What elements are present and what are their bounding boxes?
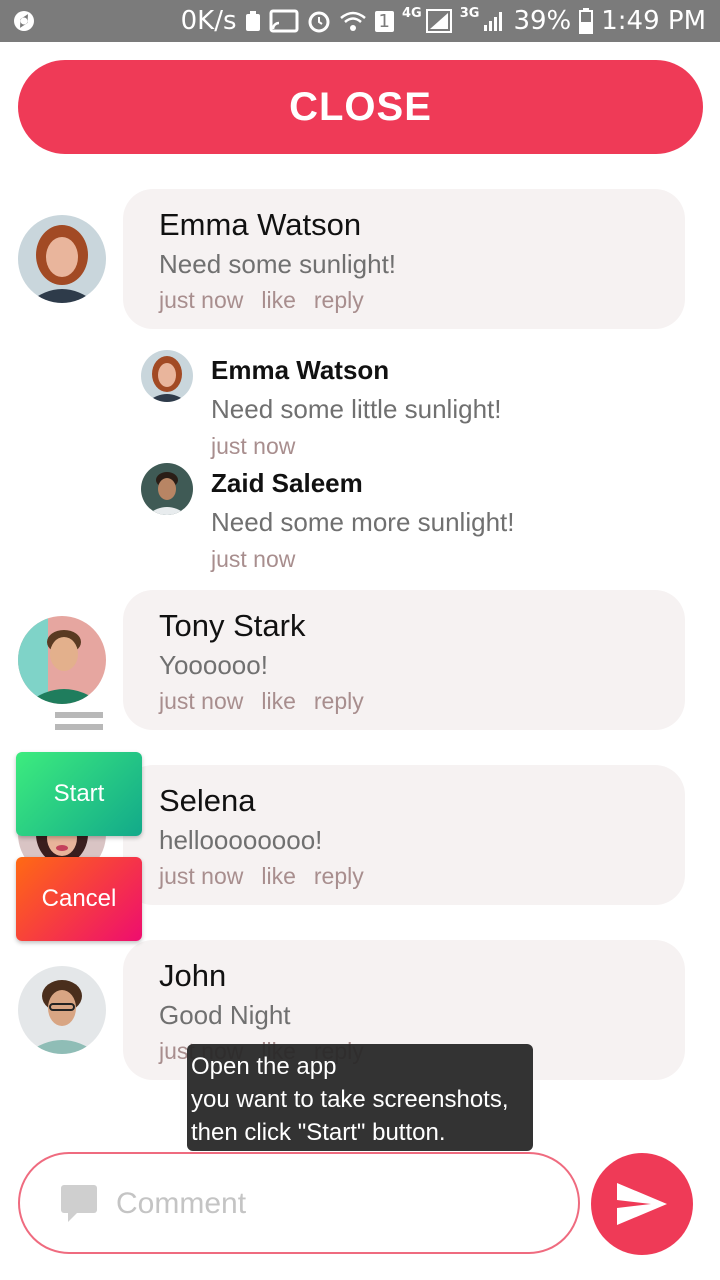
- comment-text: Good Night: [159, 1000, 291, 1030]
- reply-time: just now: [211, 433, 296, 459]
- comment-author: Selena: [159, 783, 256, 818]
- comment-input-container[interactable]: [18, 1152, 580, 1254]
- comment-text: Need some sunlight!: [159, 249, 397, 279]
- comment-time: just now: [159, 287, 244, 313]
- clock: 1:49 PM: [601, 6, 706, 36]
- comment-author: Tony Stark: [159, 608, 306, 643]
- reply-item: Zaid Saleem Need some more sunlight! jus…: [211, 468, 514, 573]
- reply-avatar-zaid-saleem[interactable]: [141, 463, 193, 515]
- send-icon: [617, 1183, 667, 1225]
- toast-line: you want to take screenshots,: [191, 1086, 509, 1113]
- like-link[interactable]: like: [261, 863, 296, 890]
- battery-icon: [579, 8, 594, 34]
- close-button[interactable]: CLOSE: [18, 60, 703, 154]
- start-button[interactable]: Start: [16, 752, 142, 836]
- sim-badge: 1: [374, 10, 394, 32]
- toast-line: then click "Start" button.: [191, 1119, 446, 1146]
- avatar-image: [141, 463, 193, 515]
- status-icons: 0K/s 1 4G 3G 39% 1:49 PM: [181, 0, 706, 42]
- comment-text: helloooooooo!: [159, 825, 323, 855]
- drag-handle-bar: [55, 712, 103, 718]
- toast-line: Open the app: [191, 1053, 337, 1080]
- comment-text: Yoooooo!: [159, 650, 268, 680]
- comment-meta: just now like reply: [159, 287, 364, 314]
- comment-meta: just now like reply: [159, 688, 364, 715]
- reply-link[interactable]: reply: [314, 688, 364, 715]
- comment-input[interactable]: [116, 1176, 556, 1232]
- avatar-john[interactable]: [18, 966, 106, 1054]
- status-bar: 0K/s 1 4G 3G 39% 1:49 PM: [0, 0, 720, 42]
- comment-time: just now: [159, 688, 244, 714]
- reply-link[interactable]: reply: [314, 287, 364, 314]
- avatar-image: [18, 966, 106, 1054]
- wifi-icon: [339, 11, 366, 31]
- reply-item: Emma Watson Need some little sunlight! j…: [211, 355, 501, 460]
- send-button[interactable]: [591, 1153, 693, 1255]
- signal-icon: [425, 9, 452, 33]
- reply-link[interactable]: reply: [314, 863, 364, 890]
- comment-bubble: Tony Stark Yoooooo! just now like reply: [123, 590, 685, 730]
- reply-avatar-emma-watson[interactable]: [141, 350, 193, 402]
- avatar-tony-stark[interactable]: [18, 616, 106, 704]
- comment-bubble: Emma Watson Need some sunlight! just now…: [123, 189, 685, 329]
- reply-text: Need some little sunlight!: [211, 394, 502, 424]
- avatar-image: [18, 215, 106, 303]
- alarm-icon: [308, 11, 330, 33]
- comment-icon: [61, 1185, 97, 1222]
- like-link[interactable]: like: [261, 287, 296, 314]
- toast-message: Open the app you want to take screenshot…: [187, 1044, 533, 1151]
- signal-bars-icon: [484, 12, 503, 31]
- recycle-icon: [245, 11, 260, 31]
- network-type-1: 4G: [402, 5, 422, 21]
- network-type-2: 3G: [459, 5, 480, 21]
- comment-meta: just now like reply: [159, 863, 364, 890]
- reply-author: Zaid Saleem: [211, 468, 363, 498]
- drag-handle[interactable]: [55, 712, 103, 734]
- drag-handle-bar: [55, 724, 103, 730]
- cast-icon: [269, 9, 299, 33]
- comment-author: John: [159, 958, 227, 993]
- reply-time: just now: [211, 546, 296, 572]
- like-link[interactable]: like: [261, 688, 296, 715]
- comment-time: just now: [159, 863, 244, 889]
- aperture-icon: [14, 11, 34, 31]
- avatar-emma-watson[interactable]: [18, 215, 106, 303]
- reply-text: Need some more sunlight!: [211, 507, 515, 537]
- avatar-image: [18, 616, 106, 704]
- network-speed: 0K/s: [180, 6, 237, 36]
- reply-author: Emma Watson: [211, 355, 390, 385]
- comment-bubble: Selena helloooooooo! just now like reply: [123, 765, 685, 905]
- cancel-button[interactable]: Cancel: [16, 857, 142, 941]
- avatar-image: [141, 350, 193, 402]
- comment-author: Emma Watson: [159, 207, 362, 242]
- battery-percent: 39%: [513, 6, 572, 36]
